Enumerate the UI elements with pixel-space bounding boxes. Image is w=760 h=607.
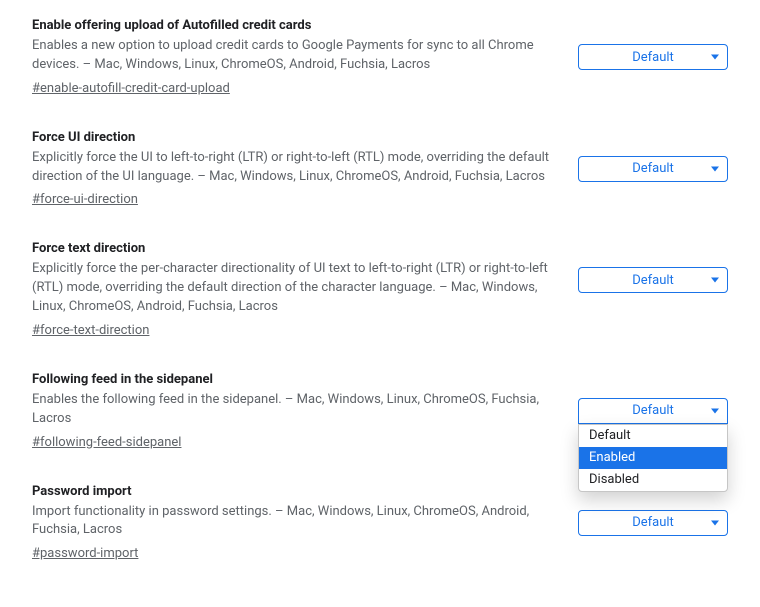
dropdown-option-disabled[interactable]: Disabled — [579, 469, 727, 491]
flag-title: Password import — [32, 484, 554, 499]
flag-row: Force UI direction Explicitly force the … — [32, 122, 728, 234]
flag-anchor-link[interactable]: #force-ui-direction — [32, 192, 138, 207]
chevron-down-icon — [711, 408, 719, 413]
flag-row: Password import Import functionality in … — [32, 476, 728, 588]
flag-select-column: Default — [578, 130, 728, 182]
flag-text-block: Password import Import functionality in … — [32, 484, 578, 562]
flag-description: Import functionality in password setting… — [32, 503, 554, 541]
chevron-down-icon — [711, 166, 719, 171]
flag-title: Enable offering upload of Autofilled cre… — [32, 18, 554, 33]
flag-title: Following feed in the sidepanel — [32, 372, 554, 387]
flag-state-select[interactable]: Default — [578, 44, 728, 70]
flag-state-dropdown: Default Enabled Disabled — [578, 424, 728, 492]
flag-state-value: Default — [632, 161, 674, 176]
flag-state-value: Default — [632, 403, 674, 418]
flag-row: Following feed in the sidepanel Enables … — [32, 364, 728, 476]
flags-list: Enable offering upload of Autofilled cre… — [0, 0, 760, 607]
dropdown-option-enabled[interactable]: Enabled — [579, 447, 727, 469]
flag-state-value: Default — [632, 50, 674, 65]
flag-title: Force text direction — [32, 241, 554, 256]
flag-title: Force UI direction — [32, 130, 554, 145]
flag-description: Explicitly force the UI to left-to-right… — [32, 149, 554, 187]
flag-description: Explicitly force the per-character direc… — [32, 260, 554, 317]
flag-select-column: Default Default Enabled Disabled — [578, 372, 728, 424]
flag-row: Force text direction Explicitly force th… — [32, 233, 728, 364]
flag-description: Enables the following feed in the sidepa… — [32, 391, 554, 429]
flag-state-select[interactable]: Default — [578, 398, 728, 424]
flag-anchor-link[interactable]: #enable-autofill-credit-card-upload — [32, 81, 230, 96]
flag-anchor-link[interactable]: #following-feed-sidepanel — [32, 435, 181, 450]
flag-description: Enables a new option to upload credit ca… — [32, 37, 554, 75]
flag-state-select[interactable]: Default — [578, 510, 728, 536]
flag-select-column: Default — [578, 18, 728, 70]
flag-state-select[interactable]: Default — [578, 267, 728, 293]
flag-text-block: Enable offering upload of Autofilled cre… — [32, 18, 578, 96]
flag-select-column: Default — [578, 241, 728, 293]
chevron-down-icon — [711, 520, 719, 525]
flag-anchor-link[interactable]: #force-text-direction — [32, 323, 149, 338]
chevron-down-icon — [711, 55, 719, 60]
flag-anchor-link[interactable]: #password-import — [32, 546, 138, 561]
flag-text-block: Force text direction Explicitly force th… — [32, 241, 578, 338]
flag-text-block: Following feed in the sidepanel Enables … — [32, 372, 578, 450]
dropdown-option-default[interactable]: Default — [579, 425, 727, 447]
flag-state-select[interactable]: Default — [578, 156, 728, 182]
flag-state-value: Default — [632, 273, 674, 288]
chevron-down-icon — [711, 278, 719, 283]
flag-row: Enable offering upload of Autofilled cre… — [32, 10, 728, 122]
flag-text-block: Force UI direction Explicitly force the … — [32, 130, 578, 208]
flag-state-value: Default — [632, 515, 674, 530]
